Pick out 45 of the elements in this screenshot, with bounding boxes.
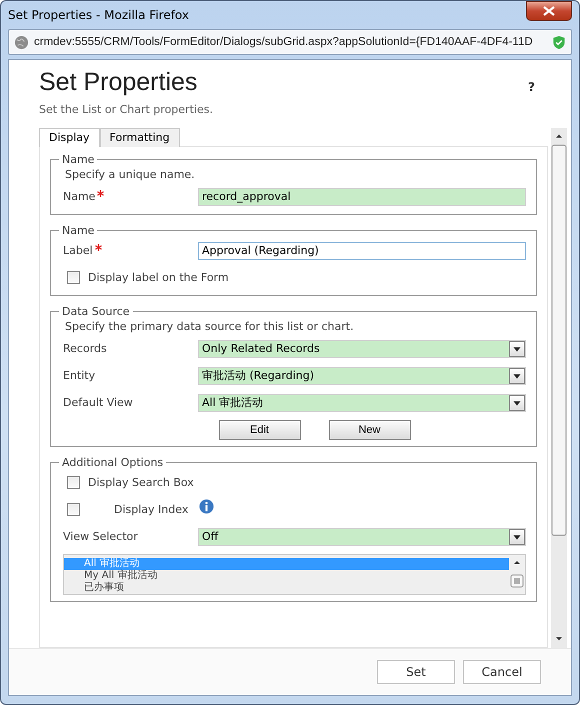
section-legend: Additional Options <box>59 456 166 469</box>
scrollbar-drawing[interactable] <box>551 128 567 648</box>
close-icon <box>543 6 555 16</box>
field-label: Label <box>63 244 93 257</box>
checkbox-label: Display label on the Form <box>88 271 229 284</box>
field-label: Name <box>63 190 96 203</box>
close-button[interactable] <box>526 1 572 21</box>
field-label: Entity <box>63 369 96 382</box>
section-description: Specify a unique name. <box>64 168 196 181</box>
window-title: Set Properties - Mozilla Firefox <box>8 8 190 22</box>
globe-icon <box>14 34 29 50</box>
url-text: crmdev:5555/CRM/Tools/FormEditor/Dialogs/subGrid.aspx?appSolutionId={FD140AAF-4DF4-11D <box>34 36 534 48</box>
field-label: View Selector <box>63 530 138 543</box>
shield-icon <box>552 34 566 50</box>
section-legend: Name <box>59 224 98 237</box>
dropdown-field[interactable]: 审批活动 (Regarding) <box>198 366 526 384</box>
form-button[interactable]: New <box>328 420 410 440</box>
field-label: Default View <box>63 396 133 409</box>
text-field[interactable]: Approval (Regarding) <box>198 242 526 260</box>
dialog-title: Set Properties <box>39 68 198 97</box>
list-item[interactable]: My All 审批活动 <box>64 570 509 582</box>
dialog-button[interactable]: Cancel <box>463 660 541 684</box>
text-field[interactable]: record_approval <box>198 188 526 206</box>
checkbox[interactable] <box>67 271 80 284</box>
checkbox-label: Display Search Box <box>88 476 194 489</box>
list-box[interactable]: All 审批活动 My All 审批活动 已办事项 <box>63 554 526 595</box>
section-legend: Name <box>59 153 98 166</box>
section-legend: Data Source <box>59 305 133 318</box>
checkbox[interactable] <box>67 503 80 516</box>
form-button[interactable]: Edit <box>218 420 300 440</box>
help-link[interactable]: ? <box>528 80 535 94</box>
address-bar[interactable]: crmdev:5555/CRM/Tools/FormEditor/Dialogs/subGrid.aspx?appSolutionId={FD140AAF-4DF4-11D <box>8 29 572 55</box>
dropdown-field[interactable]: Off <box>198 528 526 546</box>
dropdown-field[interactable]: Only Related Records <box>198 340 526 358</box>
tab[interactable]: Formatting <box>100 128 180 147</box>
section-description: Specify the primary data source for this list or chart. <box>64 320 355 333</box>
info-icon[interactable] <box>199 499 214 514</box>
field-label: Records <box>63 342 107 355</box>
dropdown-field[interactable]: All 审批活动 <box>198 394 526 412</box>
tab[interactable]: Display <box>39 128 100 147</box>
checkbox-label: Display Index <box>114 503 188 516</box>
dialog-button[interactable]: Set <box>377 660 455 684</box>
checkbox[interactable] <box>67 476 80 489</box>
list-item[interactable]: 已办事项 <box>64 582 509 594</box>
dialog-subtitle: Set the List or Chart properties. <box>39 103 213 116</box>
